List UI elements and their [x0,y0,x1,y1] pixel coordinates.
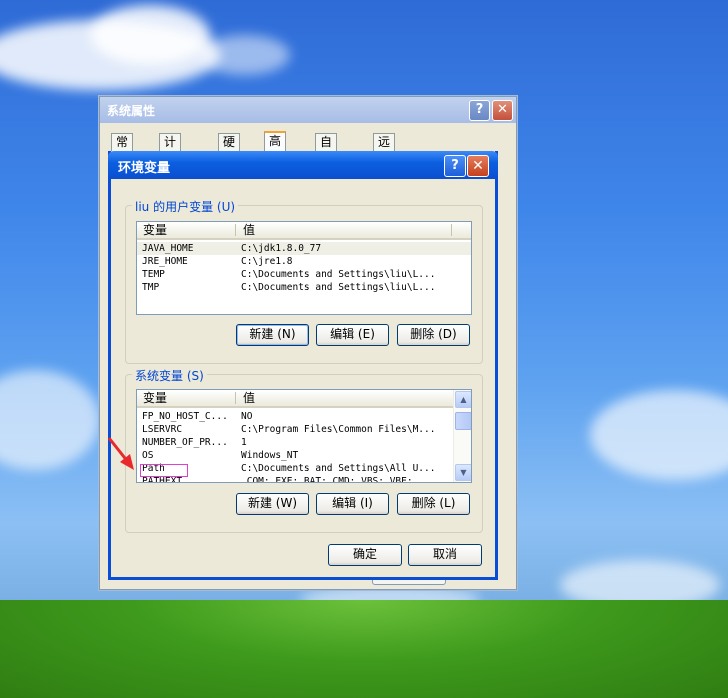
path-highlight-box [140,464,188,477]
list-item[interactable]: TEMP C:\Documents and Settings\liu\L... [137,268,471,281]
help-icon[interactable]: ? [444,155,466,177]
user-variables-list[interactable]: 变量 值 JAVA_HOME C:\jdk1.8.0_77 JRE_HOME C… [136,221,472,315]
environment-variables-dialog: 环境变量 ? ✕ liu 的用户变量 (U) 变量 值 JAVA_HOME C:… [108,151,498,580]
tab-remote[interactable]: 远程 [373,133,396,166]
user-variables-legend: liu 的用户变量 (U) [132,198,239,215]
variable-value: C:\jre1.8 [241,256,293,267]
button-label: 新建 (N) [249,327,296,341]
close-icon[interactable]: ✕ [492,100,513,121]
variable-value: C:\Documents and Settings\liu\L... [241,269,436,280]
column-header-variable[interactable]: 变量 [137,222,167,238]
variable-name: FP_NO_HOST_C... [142,411,228,422]
system-properties-title: 系统属性 [107,104,156,118]
user-variables-group: liu 的用户变量 (U) 变量 值 JAVA_HOME C:\jdk1.8.0… [125,198,483,364]
column-divider[interactable] [451,224,452,236]
tab-computer-name[interactable]: 计算机名 [159,133,182,200]
variable-value: .COM;.EXE;.BAT;.CMD;.VBS;.VBE;... [241,476,430,483]
tab-auto-update[interactable]: 自动更新 [315,133,338,200]
variable-value: 1 [241,437,247,448]
button-label: 编辑 (E) [330,327,375,341]
list-item[interactable]: JAVA_HOME C:\jdk1.8.0_77 [137,242,471,255]
system-new-button[interactable]: 新建 (W) [236,493,309,515]
variable-value: C:\Program Files\Common Files\M... [241,424,436,435]
button-label: 编辑 (I) [332,496,373,510]
variable-name: OS [142,450,154,461]
variable-name: NUMBER_OF_PR... [142,437,228,448]
user-new-button[interactable]: 新建 (N) [236,324,309,346]
variable-value: C:\Documents and Settings\All U... [241,463,436,474]
variable-name: LSERVRC [142,424,183,435]
cloud [200,35,290,75]
column-header-variable[interactable]: 变量 [137,390,167,406]
list-item[interactable]: NUMBER_OF_PR... 1 [137,436,454,449]
column-divider[interactable] [235,224,236,236]
cloud [590,390,728,480]
close-icon[interactable]: ✕ [467,155,489,177]
variable-value: NO [241,411,253,422]
list-item[interactable]: TMP C:\Documents and Settings\liu\L... [137,281,471,294]
variable-value: C:\jdk1.8.0_77 [241,243,322,254]
user-edit-button[interactable]: 编辑 (E) [316,324,389,346]
variable-name: TEMP [142,269,165,280]
cloud [90,5,210,65]
variable-name: JAVA_HOME [142,243,194,254]
scroll-up-icon[interactable]: ▲ [455,391,471,408]
list-item[interactable]: JRE_HOME C:\jre1.8 [137,255,471,268]
button-label: 删除 (L) [411,496,456,510]
list-header: 变量 值 [137,222,471,240]
system-variables-legend: 系统变量 (S) [132,367,207,384]
button-label: 确定 [352,547,377,561]
scroll-down-icon[interactable]: ▼ [455,464,471,481]
list-item[interactable]: OS Windows_NT [137,449,454,462]
vertical-scrollbar[interactable]: ▲ ▼ [453,390,471,482]
list-item[interactable]: FP_NO_HOST_C... NO [137,410,454,423]
button-label: 取消 [432,547,457,561]
variable-value: C:\Documents and Settings\liu\L... [241,282,436,293]
system-delete-button[interactable]: 删除 (L) [397,493,470,515]
button-label: 新建 (W) [247,496,298,510]
variable-value: Windows_NT [241,450,299,461]
column-divider[interactable] [235,392,236,404]
environment-variables-titlebar[interactable]: 环境变量 ? ✕ [108,151,498,179]
column-header-value[interactable]: 值 [237,222,255,238]
column-header-value[interactable]: 值 [237,390,255,406]
desktop-grass [0,600,728,698]
help-icon[interactable]: ? [469,100,490,121]
system-edit-button[interactable]: 编辑 (I) [316,493,389,515]
variable-name: JRE_HOME [142,256,188,267]
tab-hardware[interactable]: 硬件 [218,133,241,166]
dialog-title: 环境变量 [118,161,171,176]
ok-button[interactable]: 确定 [328,544,402,566]
system-variables-group: 系统变量 (S) 变量 值 FP_NO_HOST_C... NO LSERVRC… [125,367,483,533]
user-delete-button[interactable]: 删除 (D) [397,324,470,346]
system-properties-titlebar[interactable]: 系统属性 ? ✕ [100,97,516,123]
list-header: 变量 值 [137,390,454,408]
variable-name: TMP [142,282,160,293]
scroll-thumb[interactable] [455,412,471,430]
tab-general[interactable]: 常规 [111,133,134,166]
cloud [0,370,100,470]
annotation-arrow-icon [107,437,134,470]
list-item[interactable]: LSERVRC C:\Program Files\Common Files\M.… [137,423,454,436]
tab-advanced[interactable]: 高级 [264,131,287,165]
button-label: 删除 (D) [410,327,457,341]
cancel-button[interactable]: 取消 [408,544,482,566]
